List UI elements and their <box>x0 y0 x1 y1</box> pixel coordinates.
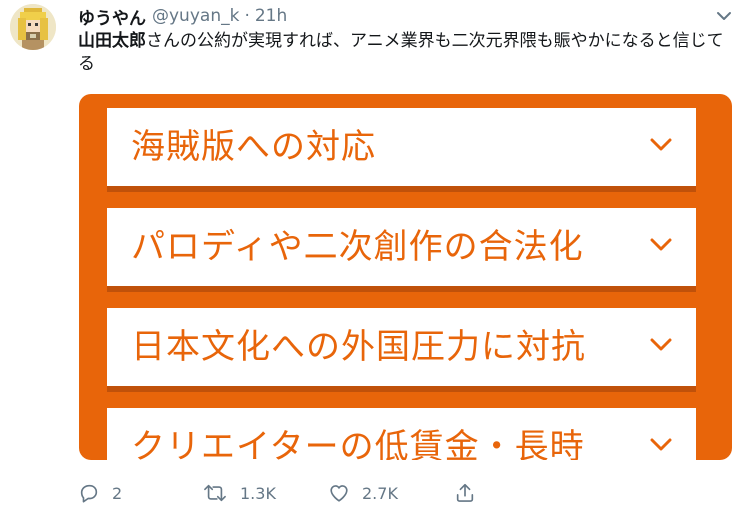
retweet-icon <box>204 484 226 502</box>
card-item-piracy: 海賊版への対応 <box>107 108 696 186</box>
tweet-text: 山田太郎さんの公約が実現すれば、アニメ業界も二次元界隈も賑やかになると信じてる <box>78 30 728 76</box>
share-button[interactable] <box>454 478 476 508</box>
chevron-down-icon <box>650 338 672 351</box>
like-button[interactable]: 2.7K <box>328 478 398 508</box>
card-item-creators: クリエイターの低賃金・長時 <box>107 408 696 460</box>
tweet-text-rest: さんの公約が実現すれば、アニメ業界も二次元界隈も賑やかになると信じてる <box>78 31 724 74</box>
card-item-label: パロディや二次創作の合法化 <box>131 227 584 267</box>
more-options-chevron-icon[interactable] <box>714 8 734 24</box>
retweet-count: 1.3K <box>240 483 276 503</box>
card-item-label: 日本文化への外国圧力に対抗 <box>131 327 586 367</box>
share-icon <box>456 483 474 502</box>
chevron-down-icon <box>650 438 672 451</box>
chevron-down-icon <box>650 238 672 251</box>
card-item-label: 海賊版への対応 <box>131 127 376 167</box>
avatar-image <box>10 4 56 50</box>
chevron-down-icon <box>650 138 672 151</box>
reply-button[interactable]: 2 <box>78 478 122 508</box>
card-item-label: クリエイターの低賃金・長時 <box>131 427 585 460</box>
tweet-actions: 2 1.3K 2.7K <box>78 478 498 508</box>
tweet-timestamp[interactable]: 21h <box>255 6 287 26</box>
card-item-parody: パロディや二次創作の合法化 <box>107 208 696 286</box>
tweet-image-card[interactable]: 海賊版への対応 パロディや二次創作の合法化 日本文化への外国圧力に対抗 クリエイ… <box>79 94 732 460</box>
separator-dot: · <box>244 6 250 26</box>
avatar[interactable] <box>10 4 56 50</box>
tweet-text-bold: 山田太郎 <box>78 31 146 51</box>
display-name[interactable]: ゆうやん <box>78 4 146 29</box>
like-icon <box>330 485 348 502</box>
like-count: 2.7K <box>362 483 398 503</box>
retweet-button[interactable]: 1.3K <box>202 478 276 508</box>
tweet-header: ゆうやん @yuyan_k · 21h <box>78 4 287 29</box>
user-handle[interactable]: @yuyan_k <box>152 6 239 26</box>
reply-count: 2 <box>112 483 123 503</box>
reply-icon <box>80 484 98 503</box>
card-item-foreign-pressure: 日本文化への外国圧力に対抗 <box>107 308 696 386</box>
